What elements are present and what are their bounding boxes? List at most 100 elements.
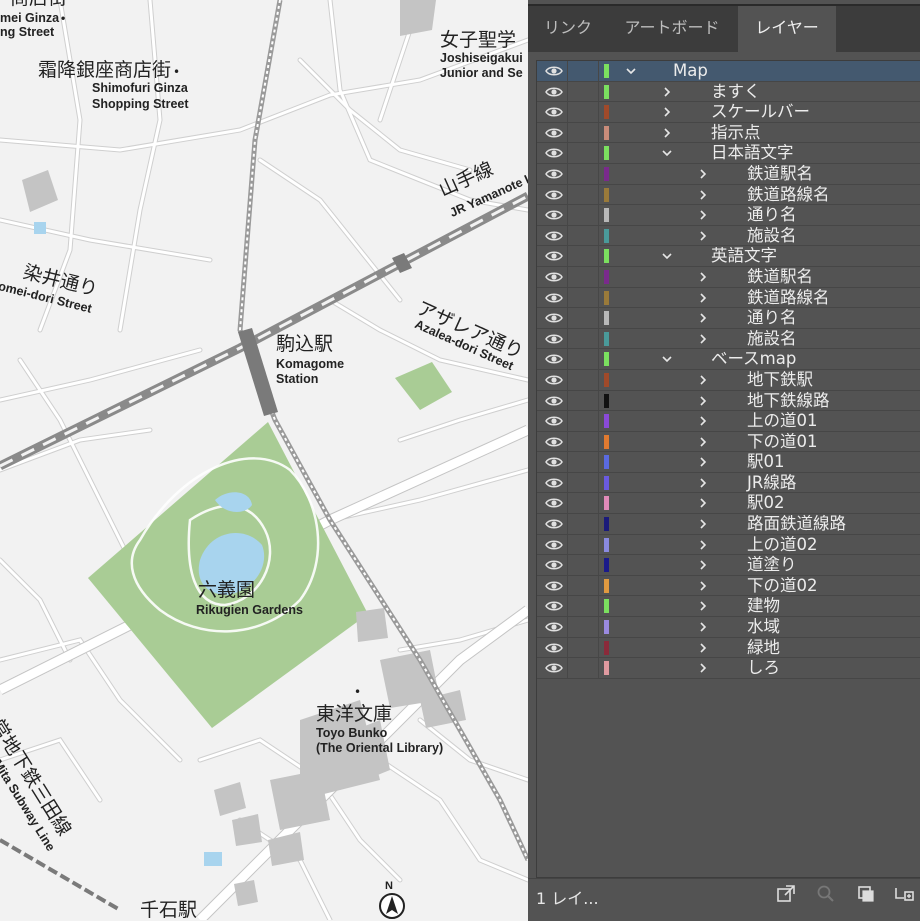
chevron-right-icon[interactable] — [697, 292, 709, 304]
visibility-eye-icon[interactable] — [545, 332, 563, 346]
visibility-eye-icon[interactable] — [545, 496, 563, 510]
layer-row[interactable]: 通り名 — [537, 308, 920, 329]
visibility-eye-icon[interactable] — [545, 126, 563, 140]
layer-row[interactable]: 日本語文字 — [537, 143, 920, 164]
visibility-eye-icon[interactable] — [545, 620, 563, 634]
chevron-right-icon[interactable] — [697, 580, 709, 592]
visibility-eye-icon[interactable] — [545, 661, 563, 675]
visibility-eye-icon[interactable] — [545, 146, 563, 160]
new-sublayer-icon[interactable] — [894, 884, 914, 904]
make-clipping-mask-icon[interactable] — [856, 884, 876, 904]
visibility-eye-icon[interactable] — [545, 579, 563, 593]
visibility-eye-icon[interactable] — [545, 167, 563, 181]
layer-row[interactable]: 地下鉄線路 — [537, 390, 920, 412]
layer-row[interactable]: 道塗り — [537, 555, 920, 576]
layer-row[interactable]: スケールバー — [537, 102, 920, 123]
visibility-eye-icon[interactable] — [545, 435, 563, 449]
chevron-right-icon[interactable] — [697, 497, 709, 509]
layer-row[interactable]: 指示点 — [537, 122, 920, 144]
visibility-eye-icon[interactable] — [545, 558, 563, 572]
visibility-eye-icon[interactable] — [545, 538, 563, 552]
chevron-right-icon[interactable] — [661, 86, 673, 98]
chevron-right-icon[interactable] — [697, 539, 709, 551]
chevron-down-icon[interactable] — [661, 353, 673, 365]
layer-row[interactable]: 鉄道路線名 — [537, 287, 920, 309]
layer-row[interactable]: 鉄道駅名 — [537, 266, 920, 288]
chevron-right-icon[interactable] — [697, 374, 709, 386]
export-icon[interactable] — [776, 884, 796, 904]
chevron-down-icon[interactable] — [661, 250, 673, 262]
chevron-right-icon[interactable] — [697, 271, 709, 283]
visibility-eye-icon[interactable] — [545, 270, 563, 284]
chevron-right-icon[interactable] — [697, 209, 709, 221]
visibility-eye-icon[interactable] — [545, 641, 563, 655]
layer-row[interactable]: 緑地 — [537, 637, 920, 659]
chevron-right-icon[interactable] — [661, 127, 673, 139]
chevron-right-icon[interactable] — [697, 395, 709, 407]
layer-row[interactable]: 上の道01 — [537, 411, 920, 432]
visibility-eye-icon[interactable] — [545, 394, 563, 408]
search-icon[interactable] — [816, 884, 836, 904]
visibility-eye-icon[interactable] — [545, 64, 563, 78]
chevron-right-icon[interactable] — [697, 600, 709, 612]
layer-row[interactable]: 駅02 — [537, 493, 920, 515]
chevron-right-icon[interactable] — [697, 230, 709, 242]
layer-row[interactable]: しろ — [537, 658, 920, 679]
chevron-right-icon[interactable] — [697, 456, 709, 468]
visibility-eye-icon[interactable] — [545, 414, 563, 428]
layer-row[interactable]: ますく — [537, 81, 920, 103]
chevron-right-icon[interactable] — [697, 477, 709, 489]
visibility-eye-icon[interactable] — [545, 455, 563, 469]
layer-row[interactable]: 鉄道路線名 — [537, 184, 920, 206]
layer-row[interactable]: JR線路 — [537, 472, 920, 494]
layer-row[interactable]: 施設名 — [537, 225, 920, 247]
chevron-right-icon[interactable] — [697, 189, 709, 201]
visibility-eye-icon[interactable] — [545, 373, 563, 387]
visibility-eye-icon[interactable] — [545, 476, 563, 490]
layer-row[interactable]: 地下鉄駅 — [537, 369, 920, 391]
visibility-eye-icon[interactable] — [545, 517, 563, 531]
visibility-eye-icon[interactable] — [545, 311, 563, 325]
layer-row[interactable]: 路面鉄道線路 — [537, 514, 920, 535]
layer-row[interactable]: Map — [537, 61, 920, 82]
layer-row[interactable]: 通り名 — [537, 205, 920, 226]
layer-row[interactable]: 英語文字 — [537, 246, 920, 267]
layer-row[interactable]: 鉄道駅名 — [537, 163, 920, 185]
layer-row[interactable]: 施設名 — [537, 328, 920, 350]
tab-artboards[interactable]: アートボード — [608, 6, 736, 52]
chevron-right-icon[interactable] — [697, 621, 709, 633]
layers-list[interactable]: Map ますく スケールバー 指示点 日本語文字 鉄道駅名 鉄道路線名 通り名 施設名 英語文字鉄… — [536, 60, 920, 878]
tab-links[interactable]: リンク — [528, 6, 608, 52]
layer-row[interactable]: 下の道01 — [537, 431, 920, 453]
visibility-eye-icon[interactable] — [545, 85, 563, 99]
visibility-eye-icon[interactable] — [545, 599, 563, 613]
chevron-right-icon[interactable] — [697, 662, 709, 674]
layer-row[interactable]: ベースmap — [537, 349, 920, 370]
visibility-eye-icon[interactable] — [545, 188, 563, 202]
chevron-down-icon[interactable] — [625, 65, 637, 77]
layer-row[interactable]: 建物 — [537, 596, 920, 618]
visibility-eye-icon[interactable] — [545, 291, 563, 305]
visibility-eye-icon[interactable] — [545, 352, 563, 366]
visibility-eye-icon[interactable] — [545, 105, 563, 119]
chevron-right-icon[interactable] — [697, 168, 709, 180]
chevron-down-icon[interactable] — [661, 147, 673, 159]
chevron-right-icon[interactable] — [697, 518, 709, 530]
visibility-eye-icon[interactable] — [545, 208, 563, 222]
chevron-right-icon[interactable] — [697, 312, 709, 324]
chevron-right-icon[interactable] — [697, 333, 709, 345]
map-canvas[interactable]: 商店街 mei Ginza ng Street 霜降銀座商店街 Shimofur… — [0, 0, 528, 920]
column-divider — [598, 61, 599, 81]
layer-row[interactable]: 上の道02 — [537, 534, 920, 556]
layer-row[interactable]: 水域 — [537, 617, 920, 638]
chevron-right-icon[interactable] — [697, 559, 709, 571]
visibility-eye-icon[interactable] — [545, 249, 563, 263]
layer-row[interactable]: 下の道02 — [537, 575, 920, 597]
layer-row[interactable]: 駅01 — [537, 452, 920, 473]
chevron-right-icon[interactable] — [697, 642, 709, 654]
chevron-right-icon[interactable] — [697, 415, 709, 427]
chevron-right-icon[interactable] — [661, 106, 673, 118]
chevron-right-icon[interactable] — [697, 436, 709, 448]
tab-layers[interactable]: レイヤー — [738, 6, 836, 52]
visibility-eye-icon[interactable] — [545, 229, 563, 243]
